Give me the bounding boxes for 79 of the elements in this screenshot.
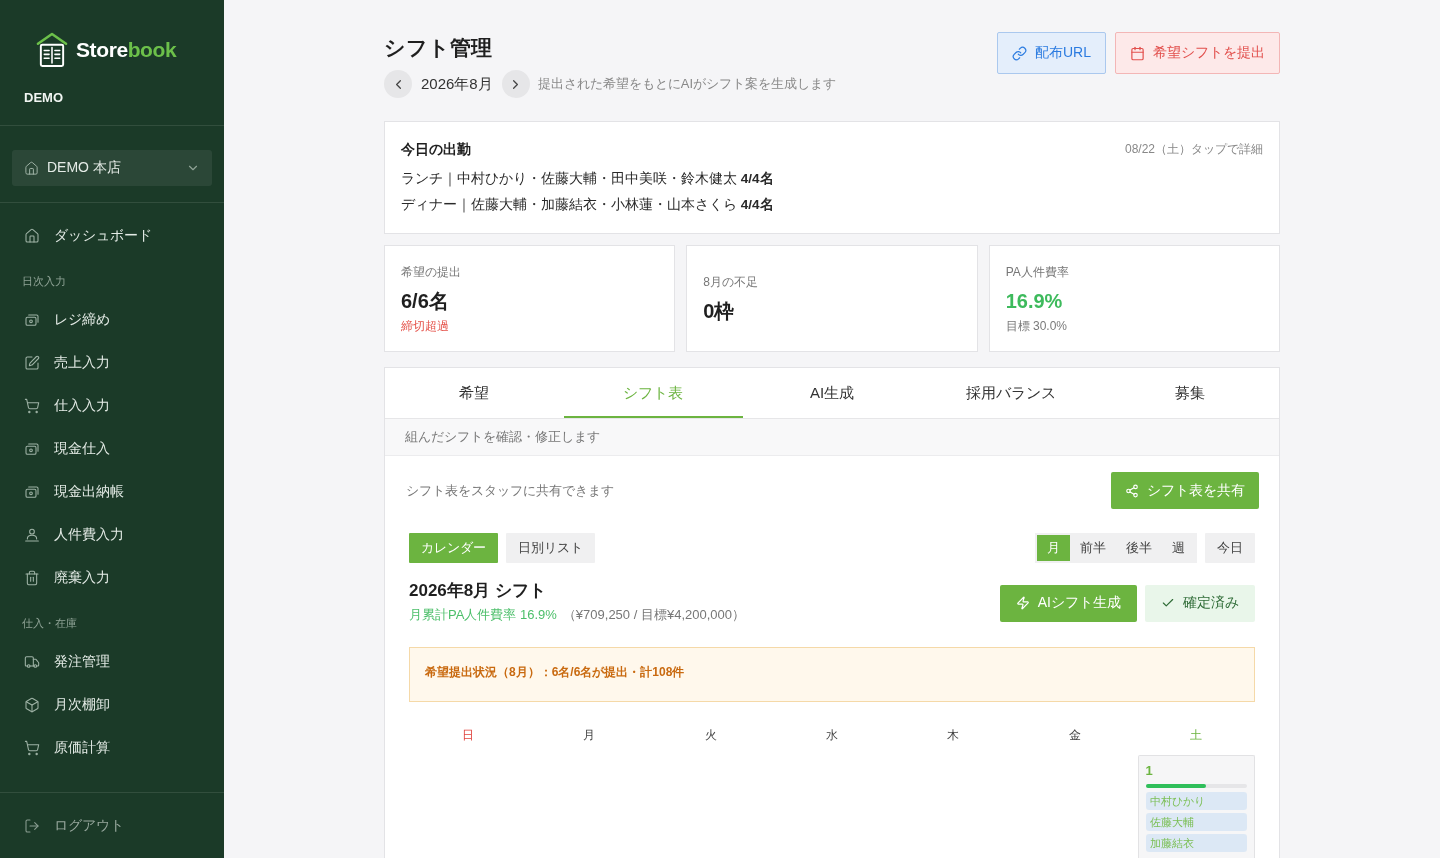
nav-item[interactable]: ダッシュボード [0, 214, 224, 257]
today-button[interactable]: 今日 [1205, 533, 1255, 563]
range-button[interactable]: 週 [1162, 535, 1195, 561]
stat-value: 0枠 [703, 298, 736, 324]
labor-cost-detail: （¥709,250 / 目標¥4,200,000） [562, 606, 745, 624]
today-attendance-card[interactable]: 今日の出勤 08/22（土）タップで詳細 ランチ｜中村ひかり・佐藤大輔・田中美咲・鈴木健太 4/4名 ディナー｜佐藤大輔・加藤結衣・小林蓮・山本さくら 4/4名 [384, 121, 1280, 234]
current-month: 2026年8月 [421, 74, 493, 94]
range-button[interactable]: 前半 [1070, 535, 1116, 561]
trash-icon [24, 569, 40, 586]
weekday-label: 金 [1068, 727, 1081, 744]
weekday-label: 火 [704, 727, 717, 744]
schedule-action-button[interactable]: 確定済み [1145, 584, 1255, 622]
link-icon [1012, 45, 1027, 61]
logout-icon [24, 817, 40, 834]
cash-icon [24, 440, 40, 457]
home-icon [24, 160, 39, 176]
organization-name: DEMO [24, 89, 63, 105]
stat-value: 16.9% [1005, 288, 1064, 314]
stat-label: 8月の不足 [703, 273, 759, 291]
box-icon [24, 696, 40, 713]
logout-link[interactable]: ログアウト [24, 816, 124, 835]
today-date-hint: 08/22（土）タップで詳細 [1124, 140, 1263, 158]
lightning-icon [1015, 596, 1030, 610]
nav-section-label: 日次入力 [21, 274, 67, 289]
nav-item[interactable]: 人件費入力 [0, 513, 224, 556]
nav-item[interactable]: 月次棚卸 [0, 683, 224, 726]
range-button[interactable]: 後半 [1116, 535, 1162, 561]
attendance-line: ランチ｜中村ひかり・佐藤大輔・田中美咲・鈴木健太 4/4名 [401, 170, 775, 189]
view-toggle-button[interactable]: 日別リスト [506, 533, 595, 563]
store-selector[interactable]: DEMO 本店 [12, 150, 212, 186]
schedule-title: 2026年8月 シフト [409, 580, 547, 602]
stat-note: 目標 30.0% [1005, 317, 1068, 335]
book-house-logo-icon [36, 32, 68, 68]
weekday-label: 日 [461, 727, 474, 744]
logo-text: Storebook [76, 38, 177, 62]
cash-icon [24, 311, 40, 328]
home-icon [24, 227, 40, 244]
cash-icon [24, 483, 40, 500]
nav-item[interactable]: レジ締め [0, 298, 224, 341]
person-icon [24, 526, 40, 543]
edit-icon [24, 354, 40, 371]
submission-notice: 希望提出状況（8月）：6名/6名が提出・計108件 [409, 647, 1255, 702]
tab[interactable]: 採用バランス [921, 368, 1101, 418]
nav-item[interactable]: 廃棄入力 [0, 556, 224, 599]
nav-item[interactable]: 発注管理 [0, 640, 224, 683]
today-attendance-title: 今日の出勤 [401, 140, 471, 159]
day-number: 1 [1145, 762, 1153, 780]
previous-month-button[interactable] [384, 70, 412, 98]
nav-item[interactable]: 原価計算 [0, 726, 224, 769]
page-title: シフト管理 [384, 35, 493, 61]
weekday-label: 土 [1190, 727, 1203, 744]
header-action-button[interactable]: 配布URL [997, 32, 1106, 74]
labor-cost-rate: 月累計PA人件費率 16.9% [409, 606, 557, 624]
nav-item[interactable]: 現金仕入 [0, 427, 224, 470]
tab[interactable]: 希望 [385, 368, 564, 418]
calendar-icon [1130, 45, 1145, 61]
page-subtitle: 提出された希望をもとにAIがシフト案を生成します [537, 75, 836, 93]
next-month-button[interactable] [501, 70, 530, 98]
cart-icon [24, 739, 40, 756]
weekday-label: 水 [826, 727, 838, 744]
stat-label: 希望の提出 [401, 263, 462, 281]
tab[interactable]: 募集 [1100, 368, 1279, 418]
nav-item[interactable]: 現金出納帳 [0, 470, 224, 513]
tab[interactable]: AI生成 [742, 368, 922, 418]
stat-note: 締切超過 [401, 317, 450, 335]
share-hint: シフト表をスタッフに共有できます [406, 481, 614, 500]
check-icon [1161, 596, 1175, 610]
stat-value: 6/6名 [401, 288, 450, 314]
share-icon [1125, 483, 1139, 498]
attendance-line: ディナー｜佐藤大輔・加藤結衣・小林蓮・山本さくら 4/4名 [401, 196, 775, 215]
weekday-label: 月 [583, 727, 596, 744]
weekday-label: 木 [947, 727, 960, 744]
tab-description: 組んだシフトを確認・修正します [385, 419, 1279, 456]
nav-item[interactable]: 仕入入力 [0, 384, 224, 427]
cart-icon [24, 397, 40, 414]
nav-item[interactable]: 売上入力 [0, 341, 224, 384]
nav-section-label: 仕入・在庫 [21, 616, 78, 631]
stat-label: PA人件費率 [1005, 263, 1070, 281]
truck-icon [24, 653, 40, 670]
